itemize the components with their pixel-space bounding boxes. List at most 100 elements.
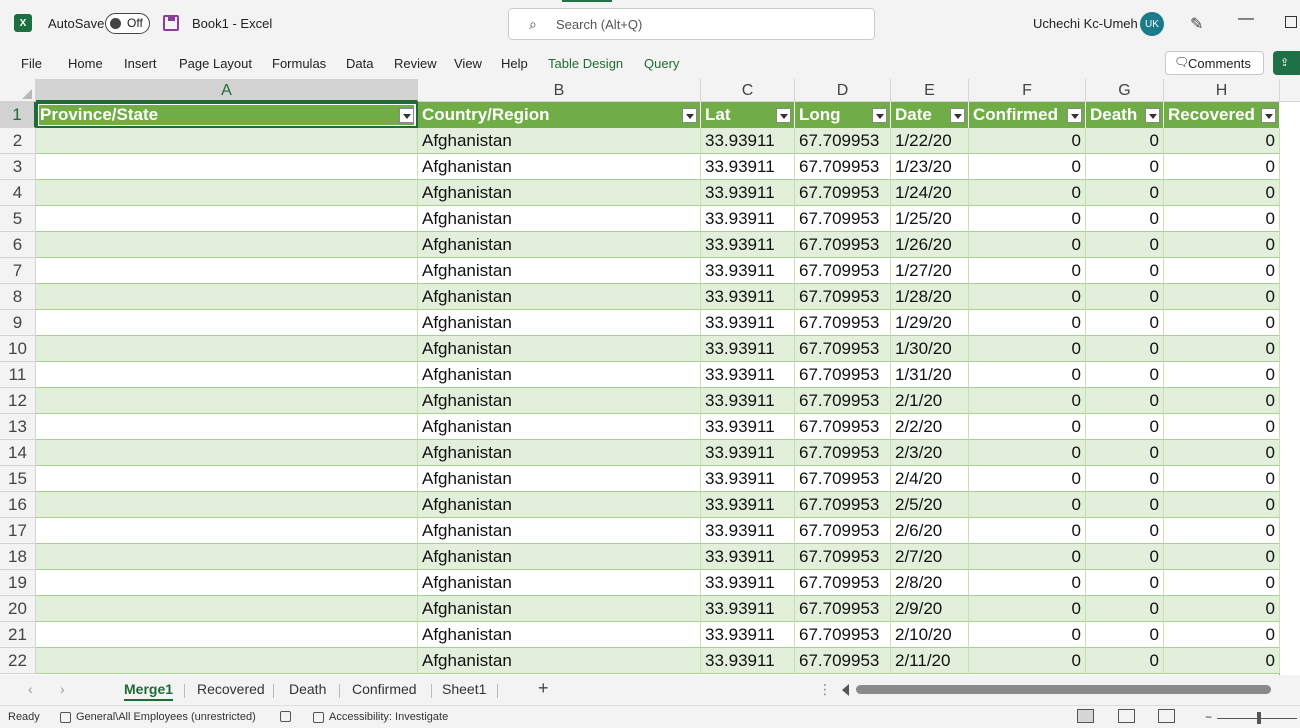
- table-cell[interactable]: 0: [969, 388, 1086, 414]
- table-cell[interactable]: [36, 310, 418, 336]
- row-header-2[interactable]: 2: [0, 128, 36, 154]
- table-cell[interactable]: 67.709953: [795, 232, 891, 258]
- table-cell[interactable]: Afghanistan: [418, 310, 701, 336]
- row-header-20[interactable]: 20: [0, 596, 36, 622]
- table-cell[interactable]: [36, 570, 418, 596]
- row-header-6[interactable]: 6: [0, 232, 36, 258]
- table-cell[interactable]: 0: [1164, 440, 1280, 466]
- table-cell[interactable]: 0: [1164, 570, 1280, 596]
- row-header-18[interactable]: 18: [0, 544, 36, 570]
- horizontal-scrollbar[interactable]: [856, 685, 1271, 694]
- table-cell[interactable]: 33.93911: [701, 596, 795, 622]
- scroll-left-arrow-icon[interactable]: [842, 684, 849, 696]
- table-cell[interactable]: 33.93911: [701, 466, 795, 492]
- table-cell[interactable]: 2/3/20: [891, 440, 969, 466]
- row-header-10[interactable]: 10: [0, 336, 36, 362]
- table-cell[interactable]: 0: [1164, 128, 1280, 154]
- table-cell[interactable]: 0: [1086, 622, 1164, 648]
- table-cell[interactable]: 2/8/20: [891, 570, 969, 596]
- sheet-tab-confirmed[interactable]: Confirmed: [352, 681, 417, 697]
- table-cell[interactable]: [36, 414, 418, 440]
- table-cell[interactable]: Afghanistan: [418, 492, 701, 518]
- table-cell[interactable]: 2/6/20: [891, 518, 969, 544]
- ribbon-tab-help[interactable]: Help: [501, 56, 528, 71]
- row-header-16[interactable]: 16: [0, 492, 36, 518]
- table-cell[interactable]: 1/26/20: [891, 232, 969, 258]
- save-icon[interactable]: [163, 15, 179, 31]
- table-cell[interactable]: 33.93911: [701, 180, 795, 206]
- table-cell[interactable]: 0: [969, 362, 1086, 388]
- column-header-g[interactable]: G: [1086, 79, 1164, 102]
- table-cell[interactable]: 0: [1164, 310, 1280, 336]
- table-cell[interactable]: 0: [969, 206, 1086, 232]
- filter-dropdown-icon[interactable]: [1145, 108, 1160, 123]
- table-cell[interactable]: 0: [969, 440, 1086, 466]
- table-cell[interactable]: 67.709953: [795, 466, 891, 492]
- next-sheet-arrow-icon[interactable]: ›: [60, 681, 65, 697]
- table-cell[interactable]: 0: [1164, 466, 1280, 492]
- normal-view-button[interactable]: [1077, 709, 1094, 723]
- table-cell[interactable]: 33.93911: [701, 362, 795, 388]
- table-cell[interactable]: 2/1/20: [891, 388, 969, 414]
- table-cell[interactable]: 0: [1086, 206, 1164, 232]
- column-header-e[interactable]: E: [891, 79, 969, 102]
- table-cell[interactable]: 0: [969, 336, 1086, 362]
- table-cell[interactable]: 33.93911: [701, 284, 795, 310]
- table-cell[interactable]: 0: [1164, 622, 1280, 648]
- zoom-slider-knob[interactable]: [1257, 712, 1261, 724]
- worksheet-grid[interactable]: ABCDEFGH 1 2 3 4 5 6 7 8 9 10 11 12 13 14 15 16 17 18 19 20…: [0, 79, 1300, 675]
- filter-dropdown-icon[interactable]: [950, 108, 965, 123]
- row-header-9[interactable]: 9: [0, 310, 36, 336]
- table-cell[interactable]: 67.709953: [795, 336, 891, 362]
- table-cell[interactable]: 33.93911: [701, 492, 795, 518]
- table-cell[interactable]: Afghanistan: [418, 154, 701, 180]
- table-cell[interactable]: Afghanistan: [418, 414, 701, 440]
- table-cell[interactable]: 1/28/20: [891, 284, 969, 310]
- column-header-h[interactable]: H: [1164, 79, 1280, 102]
- row-header-8[interactable]: 8: [0, 284, 36, 310]
- table-cell[interactable]: 0: [1086, 466, 1164, 492]
- table-cell[interactable]: 33.93911: [701, 128, 795, 154]
- table-cell[interactable]: 33.93911: [701, 518, 795, 544]
- table-cell[interactable]: 33.93911: [701, 336, 795, 362]
- table-cell[interactable]: 0: [969, 622, 1086, 648]
- table-cell[interactable]: Afghanistan: [418, 466, 701, 492]
- table-header-cell[interactable]: Date: [891, 102, 969, 128]
- column-header-f[interactable]: F: [969, 79, 1086, 102]
- filter-dropdown-icon[interactable]: [1261, 108, 1276, 123]
- ribbon-tab-query[interactable]: Query: [644, 56, 679, 71]
- filter-dropdown-icon[interactable]: [682, 108, 697, 123]
- table-cell[interactable]: 0: [1086, 258, 1164, 284]
- table-cell[interactable]: 67.709953: [795, 206, 891, 232]
- sheet-tab-merge1[interactable]: Merge1: [124, 681, 174, 701]
- table-cell[interactable]: [36, 180, 418, 206]
- table-cell[interactable]: 33.93911: [701, 154, 795, 180]
- table-cell[interactable]: 0: [1086, 232, 1164, 258]
- table-cell[interactable]: 0: [969, 258, 1086, 284]
- table-cell[interactable]: Afghanistan: [418, 596, 701, 622]
- table-cell[interactable]: [36, 440, 418, 466]
- table-cell[interactable]: 0: [969, 492, 1086, 518]
- table-cell[interactable]: 33.93911: [701, 440, 795, 466]
- table-cell[interactable]: 67.709953: [795, 492, 891, 518]
- table-cell[interactable]: 2/10/20: [891, 622, 969, 648]
- table-cell[interactable]: 0: [1086, 128, 1164, 154]
- table-cell[interactable]: 33.93911: [701, 232, 795, 258]
- table-cell[interactable]: 1/29/20: [891, 310, 969, 336]
- row-header-12[interactable]: 12: [0, 388, 36, 414]
- table-cell[interactable]: 1/23/20: [891, 154, 969, 180]
- table-cell[interactable]: [36, 648, 418, 674]
- table-cell[interactable]: Afghanistan: [418, 258, 701, 284]
- ribbon-tab-file[interactable]: File: [21, 56, 42, 71]
- table-cell[interactable]: 2/11/20: [891, 648, 969, 674]
- table-cell[interactable]: 2/7/20: [891, 544, 969, 570]
- table-cell[interactable]: 67.709953: [795, 258, 891, 284]
- table-cell[interactable]: 0: [1086, 284, 1164, 310]
- table-cell[interactable]: 0: [1086, 648, 1164, 674]
- row-header-7[interactable]: 7: [0, 258, 36, 284]
- page-layout-view-button[interactable]: [1118, 709, 1135, 723]
- table-cell[interactable]: 0: [1164, 180, 1280, 206]
- ribbon-tab-view[interactable]: View: [454, 56, 482, 71]
- table-cell[interactable]: 1/25/20: [891, 206, 969, 232]
- table-cell[interactable]: [36, 336, 418, 362]
